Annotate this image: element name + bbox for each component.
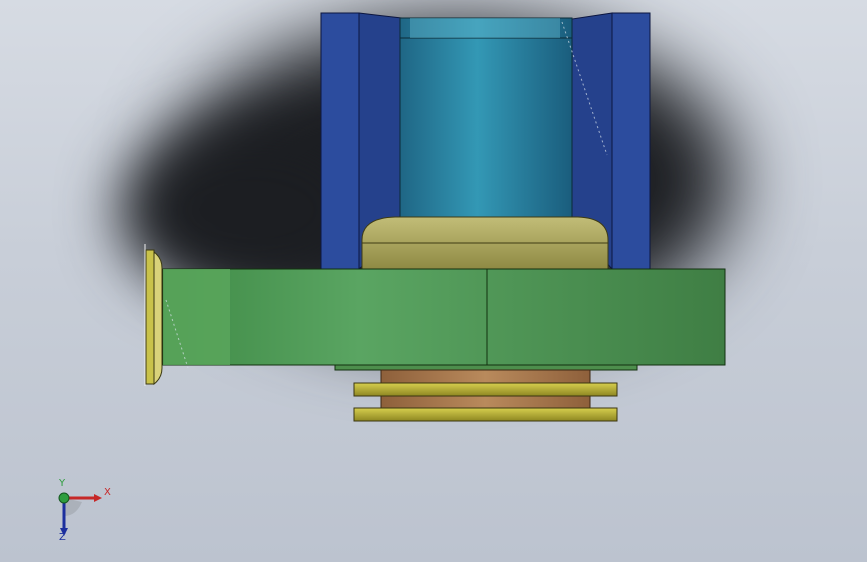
- graphics-viewport[interactable]: X Y Z: [0, 0, 867, 562]
- dome-cap[interactable]: [361, 216, 609, 270]
- housing-left-wall[interactable]: [320, 12, 360, 270]
- washer-upper[interactable]: [353, 382, 618, 397]
- triad-x-label: X: [104, 487, 111, 498]
- triad-y-label: Y: [59, 478, 66, 489]
- housing-right-wall[interactable]: [611, 12, 651, 270]
- inner-cylinder[interactable]: [399, 17, 573, 221]
- triad-z-label: Z: [59, 532, 66, 543]
- edge-clamp[interactable]: [144, 244, 163, 386]
- model-assembly[interactable]: [0, 0, 867, 562]
- base-plate[interactable]: [162, 268, 726, 371]
- washer-lower[interactable]: [353, 407, 618, 422]
- reference-triad[interactable]: X Y Z: [48, 478, 118, 546]
